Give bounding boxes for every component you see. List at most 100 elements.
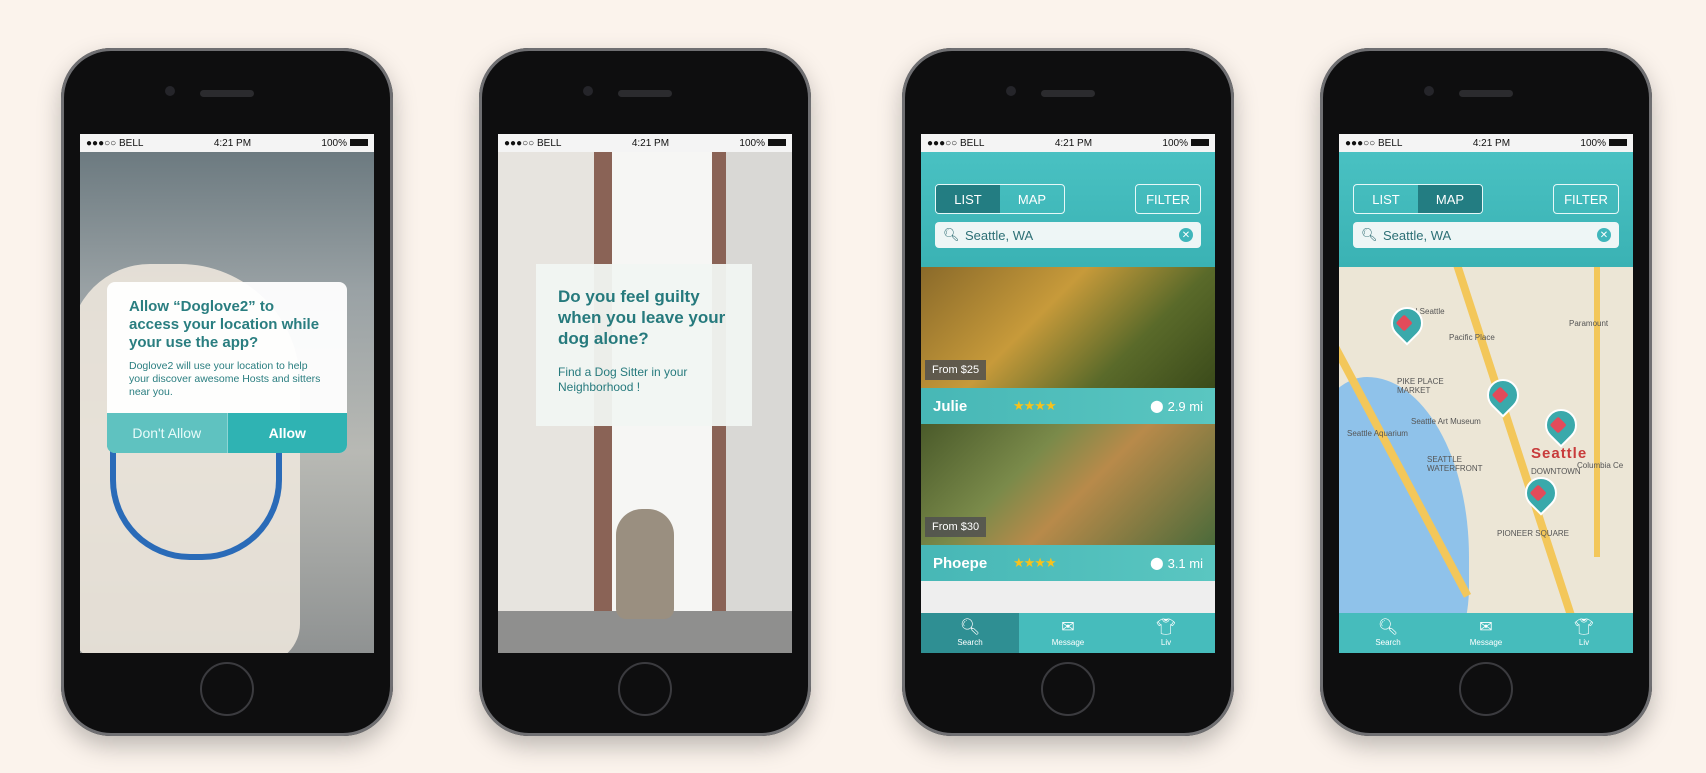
filter-button[interactable]: FILTER [1135, 184, 1201, 214]
carrier: ●●●○○ BELL [504, 137, 562, 149]
tab-label: Search [1375, 637, 1401, 647]
earpiece [200, 90, 254, 97]
battery-icon [768, 139, 786, 147]
phone-frame: ●●●○○ BELL 4:21 PM 100% Allow “Doglove2”… [61, 48, 393, 736]
dont-allow-button[interactable]: Don't Allow [107, 413, 228, 453]
front-camera [165, 86, 175, 96]
status-bar: ●●●○○ BELL 4:21 PM 100% [1339, 134, 1633, 152]
onboarding-headline: Do you feel guilty when you leave your d… [558, 287, 726, 348]
search-icon: 🔍︎ [1361, 227, 1378, 242]
onboarding-subtext: Find a Dog Sitter in your Neighborhood ! [558, 365, 688, 394]
sitter-info-bar: Phoepe ★★★★ ⬤ 3.1 mi [921, 545, 1215, 581]
header: LIST MAP FILTER 🔍︎ Seattle, WA ✕ [1339, 152, 1633, 267]
phone-frame: ●●●○○ BELL 4:21 PM 100% LIST MAP FILTER … [902, 48, 1234, 736]
filter-button[interactable]: FILTER [1553, 184, 1619, 214]
map-label: SEATTLE WATERFRONT [1427, 455, 1483, 473]
rating-stars: ★★★★ [1013, 398, 1057, 413]
search-icon: 🔍︎ [1377, 618, 1399, 636]
map-label: DOWNTOWN [1531, 467, 1581, 476]
list-item[interactable]: From $25 Julie ★★★★ ⬤ 2.9 mi [921, 267, 1215, 424]
message-icon: ✉ [1479, 618, 1493, 636]
earpiece [1041, 90, 1095, 97]
sitter-info-bar: Julie ★★★★ ⬤ 2.9 mi [921, 388, 1215, 424]
map-view[interactable]: tel Seattle Paramount Pacific Place PIKE… [1339, 267, 1633, 613]
dog-photo [616, 509, 674, 619]
earpiece [618, 90, 672, 97]
earpiece [1459, 90, 1513, 97]
battery-indicator: 100% [321, 138, 368, 149]
carrier: ●●●○○ BELL [1345, 137, 1403, 149]
view-toggle: LIST MAP [1353, 184, 1483, 214]
front-camera [583, 86, 593, 96]
list-screen: ●●●○○ BELL 4:21 PM 100% LIST MAP FILTER … [921, 134, 1215, 653]
search-value: Seattle, WA [965, 227, 1034, 243]
battery-icon [1191, 139, 1209, 147]
battery-indicator: 100% [739, 138, 786, 149]
clock: 4:21 PM [1472, 137, 1511, 149]
clear-icon[interactable]: ✕ [1597, 228, 1611, 242]
dialog-title: Allow “Doglove2” to access your location… [129, 298, 320, 351]
dialog-buttons: Don't Allow Allow [107, 413, 347, 453]
tab-label: Message [1051, 637, 1085, 647]
map-label: Seattle Aquarium [1347, 429, 1408, 438]
onboarding-card: Do you feel guilty when you leave your d… [536, 264, 752, 426]
list-item[interactable]: From $30 Phoepe ★★★★ ⬤ 3.1 mi [921, 424, 1215, 581]
clock: 4:21 PM [631, 137, 670, 149]
tab-label: Liv [1160, 637, 1172, 647]
phone-frame: ●●●○○ BELL 4:21 PM 100% Do you feel guil… [479, 48, 811, 736]
battery-indicator: 100% [1580, 138, 1627, 149]
tab-search[interactable]: 🔍︎ Search [921, 613, 1019, 653]
tab-bar: 🔍︎ Search ✉ Message 👕︎ Liv [921, 613, 1215, 653]
tab-list[interactable]: LIST [1354, 185, 1418, 213]
carrier: ●●●○○ BELL [86, 137, 144, 149]
tab-list[interactable]: LIST [936, 185, 1000, 213]
distance: 2.9 mi [1167, 398, 1203, 414]
tab-profile[interactable]: 👕︎ Liv [1117, 613, 1215, 653]
sitter-map-pin[interactable] [1538, 402, 1584, 448]
search-icon: 🔍︎ [959, 618, 981, 636]
status-bar: ●●●○○ BELL 4:21 PM 100% [80, 134, 374, 152]
tab-search[interactable]: 🔍︎ Search [1339, 613, 1437, 653]
clear-icon[interactable]: ✕ [1179, 228, 1193, 242]
tab-map[interactable]: MAP [1418, 185, 1482, 213]
status-bar: ●●●○○ BELL 4:21 PM 100% [498, 134, 792, 152]
front-camera [1424, 86, 1434, 96]
tab-map[interactable]: MAP [1000, 185, 1064, 213]
clock: 4:21 PM [213, 137, 252, 149]
tab-message[interactable]: ✉ Message [1437, 613, 1535, 653]
home-button[interactable] [1459, 662, 1513, 716]
road [1594, 267, 1600, 557]
tab-label: Search [957, 637, 983, 647]
search-icon: 🔍︎ [943, 227, 960, 242]
allow-button[interactable]: Allow [228, 413, 348, 453]
search-input[interactable]: 🔍︎ Seattle, WA ✕ [935, 222, 1201, 248]
location-pin-icon: ⬤ [1150, 399, 1164, 413]
onboarding-screen: ●●●○○ BELL 4:21 PM 100% Do you feel guil… [498, 134, 792, 653]
header: LIST MAP FILTER 🔍︎ Seattle, WA ✕ [921, 152, 1215, 267]
search-input[interactable]: 🔍︎ Seattle, WA ✕ [1353, 222, 1619, 248]
map-label: PIKE PLACE MARKET [1397, 377, 1444, 395]
status-bar: ●●●○○ BELL 4:21 PM 100% [921, 134, 1215, 152]
map-label: Seattle Art Museum [1411, 417, 1481, 426]
map-label: Pacific Place [1449, 333, 1495, 342]
water-area [1339, 377, 1469, 613]
map-label: PIONEER SQUARE [1497, 529, 1570, 538]
home-button[interactable] [618, 662, 672, 716]
tab-profile[interactable]: 👕︎ Liv [1535, 613, 1633, 653]
phone-frame: ●●●○○ BELL 4:21 PM 100% LIST MAP FILTER … [1320, 48, 1652, 736]
home-button[interactable] [200, 662, 254, 716]
clock: 4:21 PM [1054, 137, 1093, 149]
message-icon: ✉ [1061, 618, 1075, 636]
sitter-name: Phoepe [933, 554, 988, 572]
profile-icon: 👕︎ [1573, 618, 1595, 636]
tab-message[interactable]: ✉ Message [1019, 613, 1117, 653]
battery-icon [1609, 139, 1627, 147]
carrier: ●●●○○ BELL [927, 137, 985, 149]
sitter-map-pin[interactable] [1480, 372, 1526, 418]
tab-label: Message [1469, 637, 1503, 647]
location-pin-icon: ⬤ [1150, 556, 1164, 570]
home-button[interactable] [1041, 662, 1095, 716]
view-toggle: LIST MAP [935, 184, 1065, 214]
price-badge: From $30 [925, 517, 987, 537]
location-permission-screen: ●●●○○ BELL 4:21 PM 100% Allow “Doglove2”… [80, 134, 374, 653]
